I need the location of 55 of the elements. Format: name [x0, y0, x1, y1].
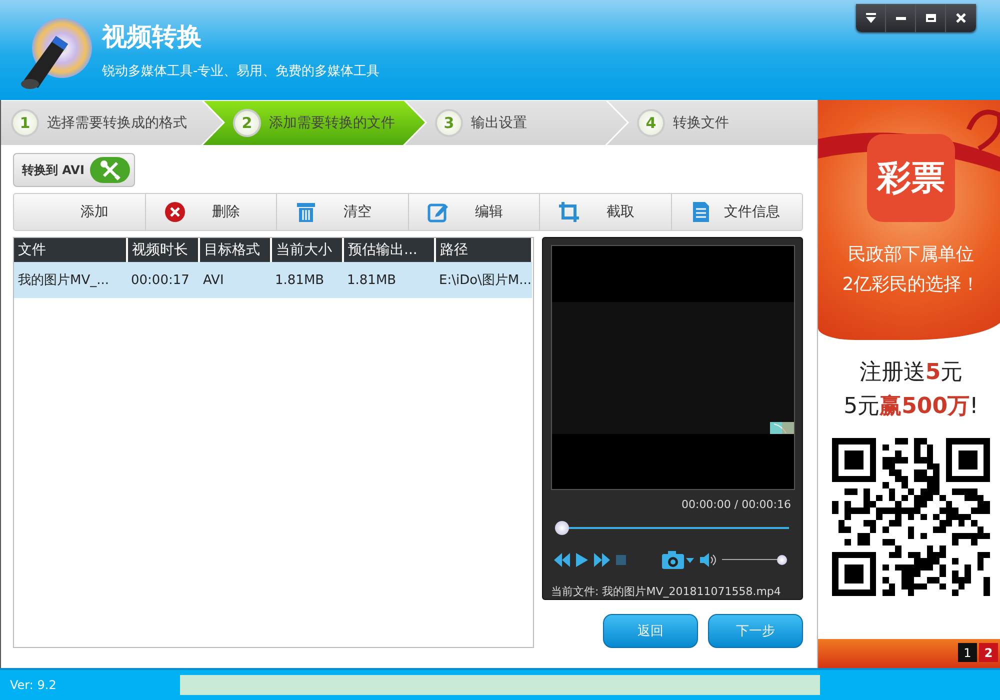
step-tab[interactable]: 2 添加需要转换的文件 — [203, 100, 425, 145]
rewind-icon[interactable] — [554, 553, 570, 567]
table-cell: 00:00:17 — [127, 262, 199, 298]
toolbar-button[interactable]: 删除 — [146, 194, 277, 230]
current-file-label: 当前文件: 我的图片MV_201811071558.mp4 — [551, 584, 782, 599]
toolbar-button[interactable]: 清空 — [277, 194, 408, 230]
step-label: 添加需要转换的文件 — [269, 114, 395, 132]
seek-slider[interactable] — [555, 521, 789, 535]
edit-icon — [426, 201, 448, 223]
version-label: Ver: 9.2 — [10, 678, 58, 692]
play-icon[interactable] — [576, 553, 588, 567]
page-button[interactable]: 2 — [979, 643, 998, 662]
window-title: 视频转换 — [102, 21, 203, 53]
step-number: 2 — [233, 109, 261, 137]
window-subtitle: 锐动多媒体工具-专业、易用、免费的多媒体工具 — [102, 63, 380, 80]
fast-forward-icon[interactable] — [594, 553, 610, 567]
camera-icon[interactable] — [662, 551, 694, 569]
step-number: 4 — [637, 109, 665, 137]
delete-icon — [164, 201, 186, 223]
trash-icon — [295, 201, 317, 223]
table-cell: 我的图片MV_... — [14, 262, 127, 298]
toolbar-button[interactable]: 截取 — [540, 194, 672, 230]
column-header[interactable]: 文件 — [14, 238, 127, 262]
page-button[interactable]: 1 — [958, 643, 977, 662]
step-tab[interactable]: 1 选择需要转换成的格式 — [1, 100, 223, 145]
column-header[interactable]: 路径 — [435, 238, 532, 262]
column-header[interactable]: 目标格式 — [199, 238, 271, 262]
crop-icon — [558, 201, 580, 223]
table-cell: 1.81MB — [271, 262, 343, 298]
table-cell: E:\iDo\图片M... — [435, 262, 532, 298]
ad-text: 民政部下属单位 — [846, 243, 975, 267]
toolbar-button[interactable]: 文件信息 — [672, 194, 802, 230]
ad-text: 2亿彩民的选择！ — [842, 273, 980, 297]
step-tab[interactable]: 4 转换文件 — [607, 100, 817, 145]
lottery-logo: 彩票 — [867, 134, 955, 222]
format-button[interactable]: 转换到 AVI — [13, 153, 136, 187]
column-header[interactable]: 视频时长 — [127, 238, 199, 262]
column-header[interactable]: 当前大小 — [271, 238, 343, 262]
step-label: 输出设置 — [471, 114, 527, 132]
table-cell: AVI — [199, 262, 271, 298]
volume-icon[interactable] — [700, 553, 716, 567]
volume-slider[interactable] — [722, 553, 787, 567]
toolbar-button[interactable]: 添加 — [14, 194, 146, 230]
step-tab[interactable]: 3 输出设置 — [405, 100, 627, 145]
ad-offer-text: 5元赢500万! — [844, 393, 978, 421]
table-cell: 1.81MB — [343, 262, 435, 298]
column-header[interactable]: 预估输出... — [343, 238, 435, 262]
step-label: 选择需要转换成的格式 — [47, 114, 187, 132]
tools-icon — [90, 157, 130, 183]
toolbar-button[interactable]: 编辑 — [408, 194, 540, 230]
step-number: 3 — [435, 109, 463, 137]
playback-time: 00:00:00 / 00:00:16 — [680, 498, 792, 511]
ad-offer-text: 注册送5元 — [858, 359, 964, 387]
step-number: 1 — [11, 109, 39, 137]
step-label: 转换文件 — [673, 114, 729, 132]
